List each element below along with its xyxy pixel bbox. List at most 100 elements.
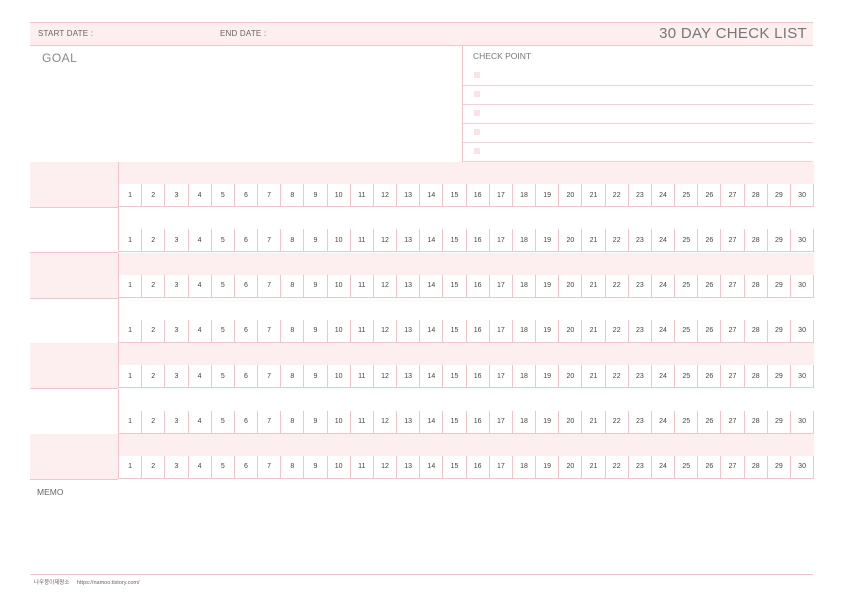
- day-cell[interactable]: 25: [675, 274, 699, 297]
- day-cell[interactable]: 15: [443, 274, 467, 297]
- day-cell[interactable]: 25: [675, 319, 699, 342]
- day-cell[interactable]: 20: [559, 365, 583, 388]
- day-cell[interactable]: 6: [235, 229, 259, 252]
- day-cell[interactable]: 2: [142, 410, 166, 433]
- day-cell[interactable]: 16: [467, 274, 490, 297]
- day-cell[interactable]: 1: [119, 319, 143, 342]
- day-cell[interactable]: 17: [490, 410, 513, 433]
- day-cell[interactable]: 15: [443, 410, 467, 433]
- day-cell[interactable]: 7: [258, 319, 282, 342]
- day-cell[interactable]: 26: [698, 319, 722, 342]
- day-cell[interactable]: 7: [258, 410, 282, 433]
- day-cell[interactable]: 4: [189, 274, 212, 297]
- day-cell[interactable]: 5: [212, 455, 235, 478]
- day-cell[interactable]: 11: [351, 455, 374, 478]
- day-cell[interactable]: 14: [420, 274, 444, 297]
- day-cell[interactable]: 23: [629, 229, 652, 252]
- day-cell[interactable]: 3: [165, 184, 189, 206]
- day-cell[interactable]: 4: [189, 319, 212, 342]
- day-cell[interactable]: 10: [328, 274, 351, 297]
- day-cell[interactable]: 12: [374, 274, 398, 297]
- habit-name-bar[interactable]: [118, 388, 814, 412]
- day-cell[interactable]: 30: [791, 455, 815, 478]
- day-cell[interactable]: 13: [397, 365, 421, 388]
- day-cell[interactable]: 13: [397, 274, 421, 297]
- day-cell[interactable]: 5: [212, 229, 235, 252]
- day-cell[interactable]: 8: [281, 410, 305, 433]
- day-cell[interactable]: 22: [606, 274, 629, 297]
- day-cell[interactable]: 9: [304, 274, 328, 297]
- day-cell[interactable]: 2: [142, 184, 166, 206]
- day-cell[interactable]: 9: [304, 319, 328, 342]
- day-cell[interactable]: 18: [513, 229, 537, 252]
- day-cell[interactable]: 11: [351, 410, 374, 433]
- day-cell[interactable]: 5: [212, 410, 235, 433]
- day-cell[interactable]: 22: [606, 410, 629, 433]
- day-cell[interactable]: 16: [467, 365, 490, 388]
- day-cell[interactable]: 10: [328, 319, 351, 342]
- day-cell[interactable]: 7: [258, 455, 282, 478]
- day-cell[interactable]: 4: [189, 410, 212, 433]
- day-cell[interactable]: 4: [189, 365, 212, 388]
- day-cell[interactable]: 30: [791, 410, 815, 433]
- day-cell[interactable]: 23: [629, 455, 652, 478]
- day-cell[interactable]: 6: [235, 274, 259, 297]
- check-point-row[interactable]: [463, 142, 813, 162]
- footer-url[interactable]: https://namoo.tistory.com/: [77, 580, 140, 586]
- day-cell[interactable]: 15: [443, 319, 467, 342]
- day-cell[interactable]: 10: [328, 229, 351, 252]
- day-cell[interactable]: 25: [675, 184, 699, 206]
- day-cell[interactable]: 16: [467, 319, 490, 342]
- day-cell[interactable]: 28: [745, 365, 768, 388]
- day-cell[interactable]: 19: [536, 274, 560, 297]
- day-cell[interactable]: 14: [420, 410, 444, 433]
- day-cell[interactable]: 14: [420, 365, 444, 388]
- day-cell[interactable]: 2: [142, 365, 166, 388]
- day-cell[interactable]: 6: [235, 365, 259, 388]
- day-cell[interactable]: 11: [351, 319, 374, 342]
- day-cell[interactable]: 13: [397, 229, 421, 252]
- goal-area[interactable]: [30, 45, 462, 162]
- day-cell[interactable]: 1: [119, 455, 143, 478]
- day-cell[interactable]: 24: [652, 274, 676, 297]
- day-cell[interactable]: 1: [119, 229, 143, 252]
- day-cell[interactable]: 29: [768, 365, 791, 388]
- day-cell[interactable]: 5: [212, 184, 235, 206]
- day-cell[interactable]: 25: [675, 455, 699, 478]
- day-cell[interactable]: 19: [536, 319, 560, 342]
- day-cell[interactable]: 28: [745, 229, 768, 252]
- day-cell[interactable]: 2: [142, 455, 166, 478]
- day-cell[interactable]: 15: [443, 184, 467, 206]
- day-cell[interactable]: 14: [420, 184, 444, 206]
- day-cell[interactable]: 2: [142, 319, 166, 342]
- day-cell[interactable]: 17: [490, 365, 513, 388]
- day-cell[interactable]: 25: [675, 229, 699, 252]
- day-cell[interactable]: 19: [536, 410, 560, 433]
- day-cell[interactable]: 27: [721, 319, 745, 342]
- day-cell[interactable]: 12: [374, 365, 398, 388]
- day-cell[interactable]: 1: [119, 184, 143, 206]
- day-cell[interactable]: 23: [629, 274, 652, 297]
- day-cell[interactable]: 12: [374, 455, 398, 478]
- day-cell[interactable]: 21: [582, 455, 606, 478]
- day-cell[interactable]: 6: [235, 410, 259, 433]
- day-cell[interactable]: 9: [304, 229, 328, 252]
- day-cell[interactable]: 28: [745, 319, 768, 342]
- day-cell[interactable]: 7: [258, 229, 282, 252]
- day-cell[interactable]: 2: [142, 274, 166, 297]
- day-cell[interactable]: 16: [467, 410, 490, 433]
- habit-label-cell[interactable]: [30, 162, 118, 208]
- day-cell[interactable]: 19: [536, 229, 560, 252]
- day-cell[interactable]: 9: [304, 455, 328, 478]
- day-cell[interactable]: 27: [721, 410, 745, 433]
- day-cell[interactable]: 26: [698, 455, 722, 478]
- day-cell[interactable]: 17: [490, 274, 513, 297]
- day-cell[interactable]: 12: [374, 229, 398, 252]
- day-cell[interactable]: 9: [304, 184, 328, 206]
- day-cell[interactable]: 23: [629, 184, 652, 206]
- day-cell[interactable]: 22: [606, 365, 629, 388]
- habit-name-bar[interactable]: [118, 252, 814, 276]
- day-cell[interactable]: 28: [745, 274, 768, 297]
- day-cell[interactable]: 19: [536, 365, 560, 388]
- day-cell[interactable]: 6: [235, 455, 259, 478]
